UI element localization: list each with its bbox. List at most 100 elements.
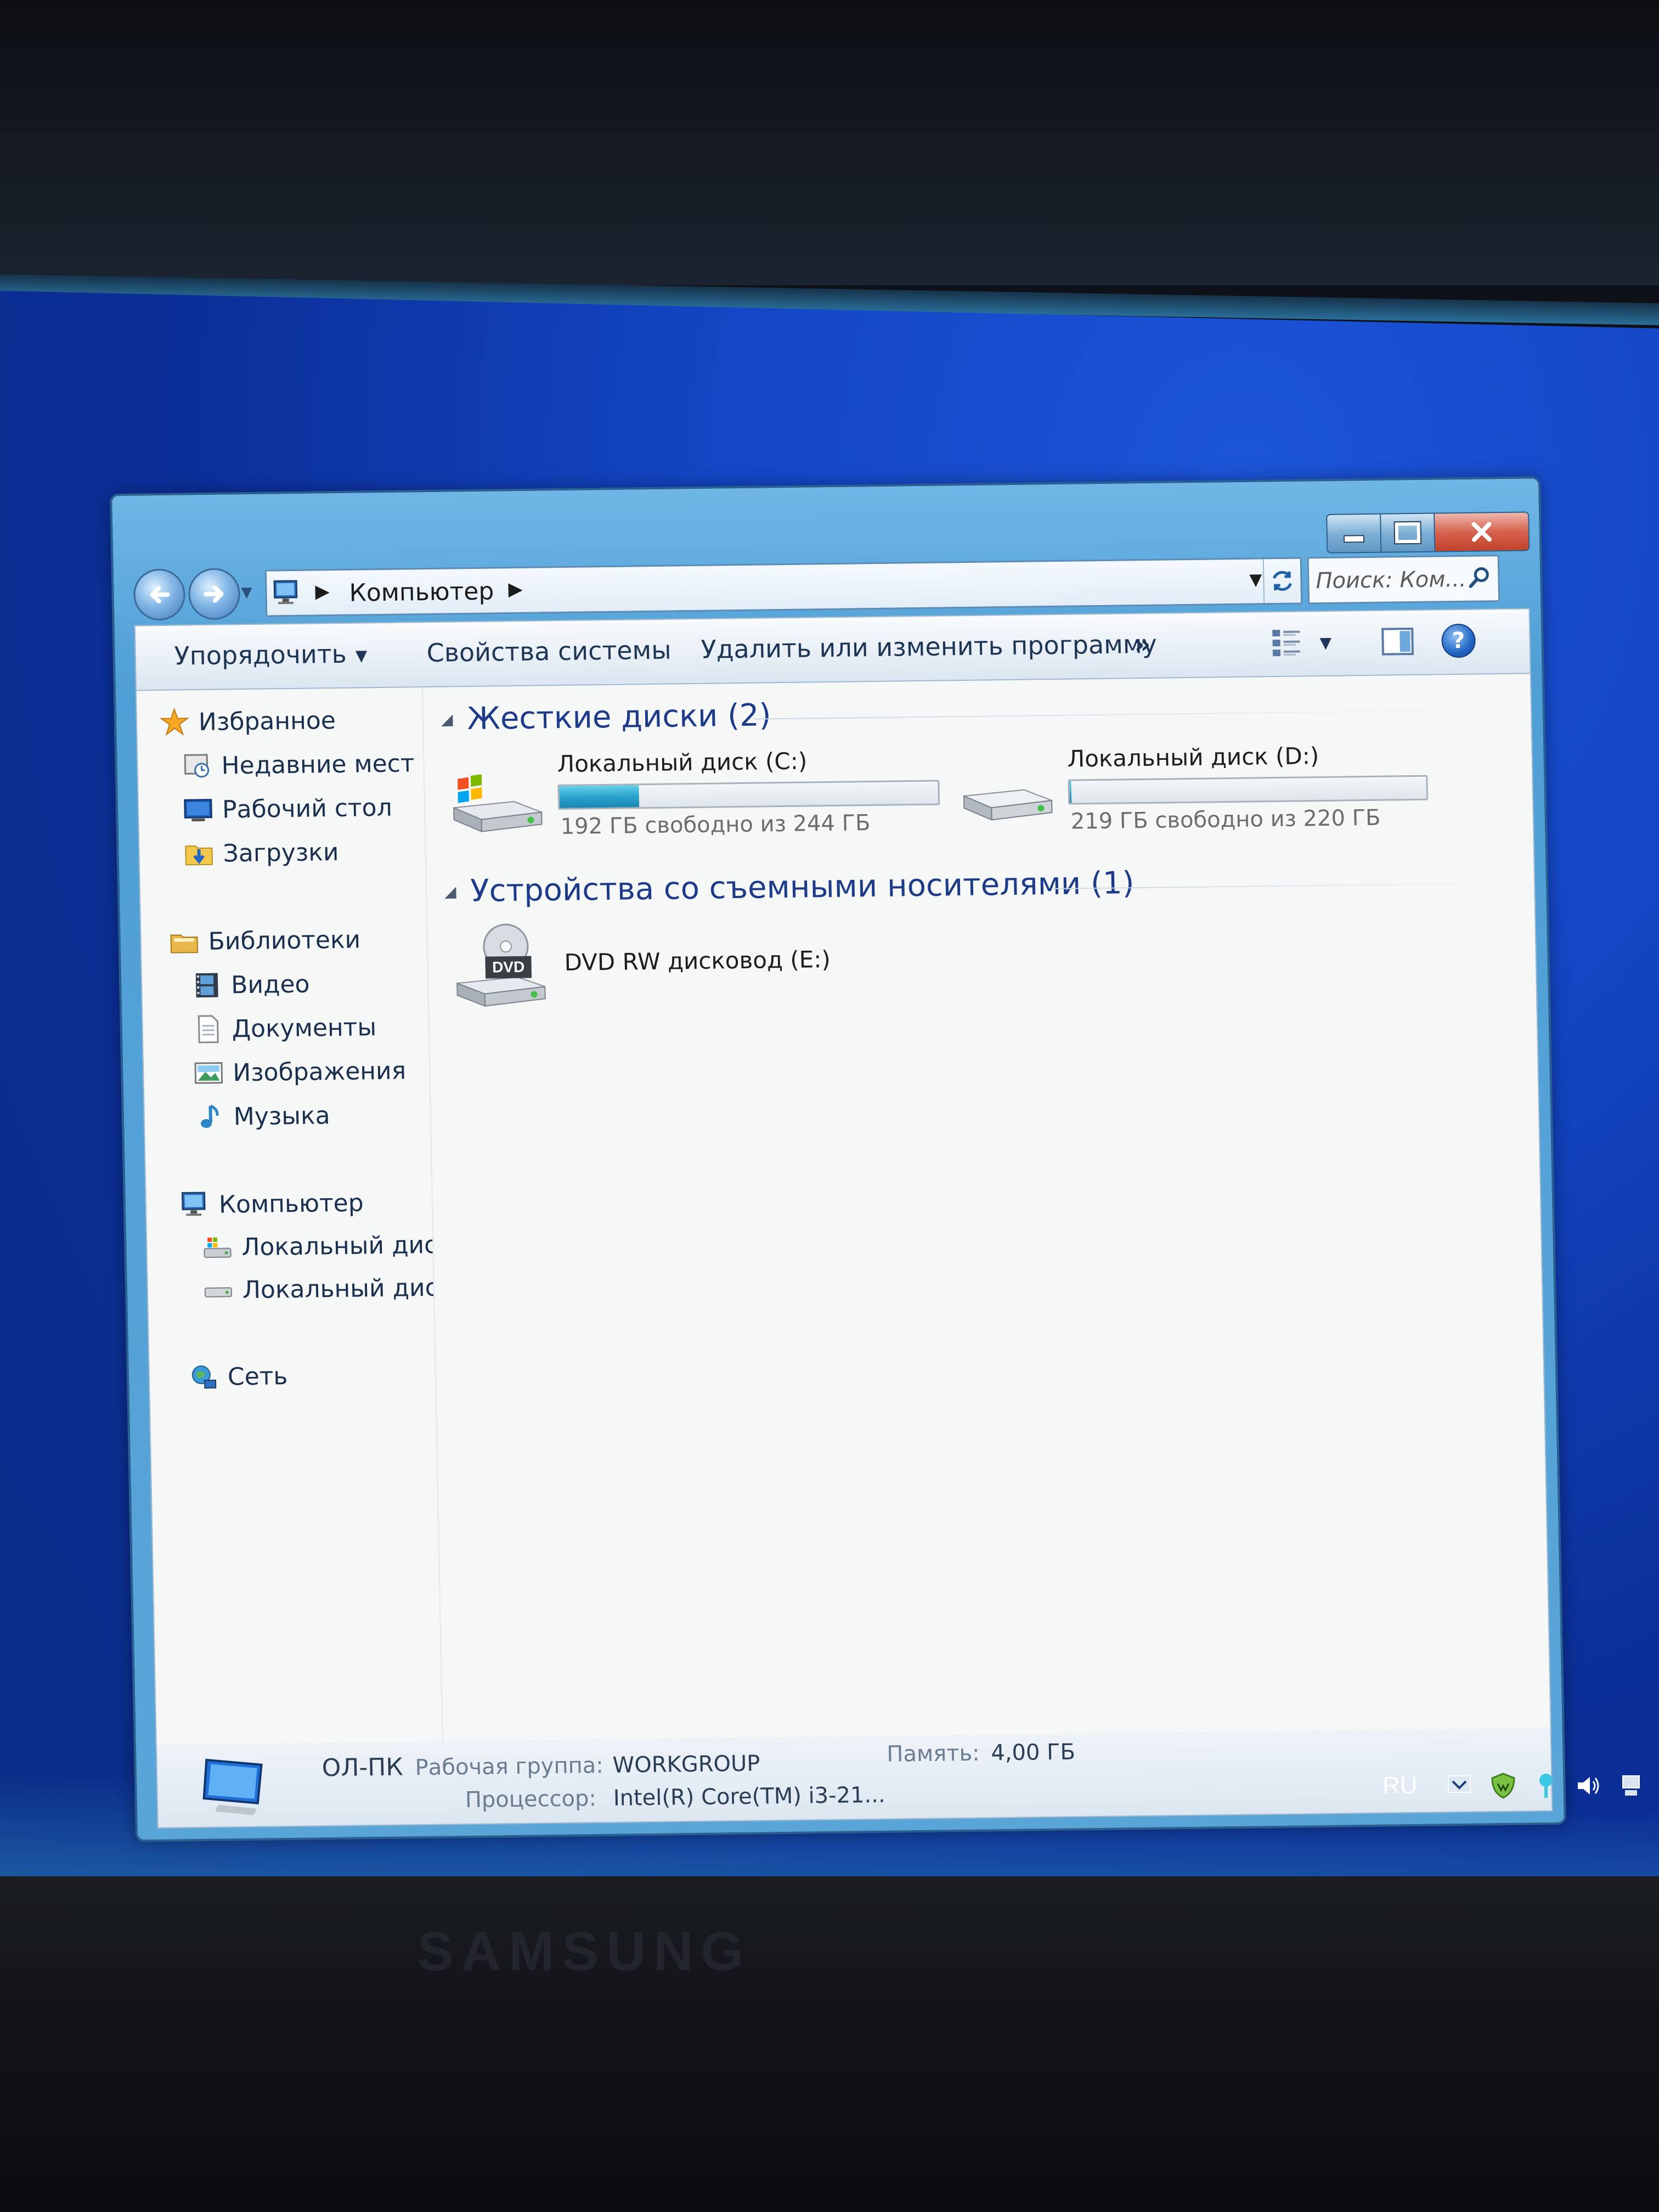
drive-c-free-space: 192 ГБ свободно из 244 ГБ — [560, 810, 871, 839]
nav-documents-label: Документы — [232, 1013, 377, 1043]
search-icon[interactable] — [1467, 565, 1492, 590]
language-indicator[interactable]: RU — [1383, 1772, 1418, 1799]
drive-c-name: Локальный диск (C:) — [557, 747, 808, 778]
drive-c-capacity-fill — [559, 785, 640, 809]
breadcrumb-separator[interactable]: ▶ — [508, 578, 523, 600]
chevron-down-icon: ▼ — [355, 646, 368, 665]
details-pane: ОЛ-ПК Рабочая группа: WORKGROUP Память: … — [155, 1728, 1553, 1829]
volume-icon[interactable] — [1573, 1770, 1604, 1801]
nav-local-disk-c[interactable]: Локальный дис — [202, 1227, 433, 1265]
back-button[interactable] — [133, 568, 186, 621]
memory-label: Память: — [886, 1740, 980, 1767]
nav-libraries[interactable]: Библиотеки — [168, 922, 361, 959]
star-icon — [159, 707, 189, 736]
navigation-row: ▼ ▶ Компьютер ▶ ▼ — [133, 550, 1530, 621]
images-icon — [194, 1062, 223, 1084]
workgroup-label: Рабочая группа: — [415, 1753, 604, 1781]
refresh-icon — [1272, 571, 1292, 591]
drive-d-tile[interactable]: Локальный диск (D:) 219 ГБ свободно из 2… — [957, 735, 1453, 840]
maximize-button[interactable] — [1381, 514, 1436, 552]
nav-images[interactable]: Изображения — [193, 1053, 407, 1091]
dvd-drive-icon: DVD — [456, 923, 546, 1007]
nav-downloads[interactable]: Загрузки — [183, 834, 339, 871]
close-icon — [1471, 522, 1492, 542]
collapse-triangle-icon: ◢ — [441, 710, 453, 729]
nav-desktop[interactable]: Рабочий стол — [182, 790, 392, 828]
more-commands-button[interactable]: » — [1134, 629, 1151, 659]
content-area: Избранное Недавние мест Рабочий стол Заг… — [135, 673, 1551, 1747]
nav-video-label: Видео — [230, 970, 310, 999]
desktop-icon — [184, 799, 212, 822]
nav-computer-label: Компьютер — [218, 1188, 364, 1219]
antivirus-icon[interactable] — [1488, 1770, 1519, 1801]
close-button[interactable] — [1435, 512, 1529, 551]
search-box[interactable] — [1307, 555, 1500, 605]
dvd-drive-tile[interactable]: DVD DVD RW дисковод (E:) — [450, 917, 946, 1022]
nav-favorites[interactable]: Избранное — [159, 703, 336, 740]
nav-libraries-label: Библиотеки — [208, 925, 361, 956]
monitor-bezel-top — [0, 0, 1659, 285]
uninstall-program-button[interactable]: Удалить или изменить программу — [701, 629, 1157, 664]
recent-pages-dropdown[interactable]: ▼ — [241, 584, 252, 601]
nav-network-label: Сеть — [227, 1362, 288, 1391]
cpu-label: Процессор: — [465, 1786, 597, 1813]
drive-c-tile[interactable]: Локальный диск (C:) 192 ГБ свободно из 2… — [447, 742, 943, 847]
search-input[interactable] — [1314, 562, 1466, 599]
change-view-button[interactable]: ▼ — [1271, 625, 1332, 661]
minimize-icon — [1343, 535, 1365, 543]
minimize-button[interactable] — [1327, 514, 1382, 552]
computer-icon — [181, 1192, 206, 1216]
nav-images-label: Изображения — [232, 1056, 407, 1087]
forward-button[interactable] — [188, 568, 241, 620]
nav-documents[interactable]: Документы — [192, 1009, 377, 1047]
memory-value: 4,00 ГБ — [990, 1739, 1076, 1766]
group-header-removable[interactable]: ◢ Устройства со съемными носителями (1) — [444, 865, 1135, 909]
nav-video[interactable]: Видео — [191, 967, 310, 1003]
breadcrumb-separator[interactable]: ▶ — [315, 580, 330, 602]
nav-music-label: Музыка — [233, 1101, 331, 1131]
nav-network[interactable]: Сеть — [188, 1358, 288, 1395]
nav-desktop-label: Рабочий стол — [222, 793, 393, 824]
network-icon — [191, 1365, 217, 1389]
workgroup-value: WORKGROUP — [612, 1751, 760, 1778]
dvd-drive-name: DVD RW дисковод (E:) — [564, 945, 831, 976]
drive-icon — [963, 789, 1053, 821]
nav-downloads-label: Загрузки — [223, 838, 339, 868]
collapse-triangle-icon: ◢ — [444, 882, 456, 901]
help-button[interactable]: ? — [1441, 623, 1476, 659]
action-center-icon[interactable] — [1445, 1770, 1476, 1801]
video-icon — [195, 973, 218, 998]
address-history-dropdown[interactable]: ▼ — [1249, 570, 1262, 589]
nav-music[interactable]: Музыка — [194, 1098, 330, 1135]
dvd-badge: DVD — [492, 958, 525, 976]
drive-d-name: Локальный диск (D:) — [1067, 742, 1319, 772]
chevron-down-icon: ▼ — [1319, 633, 1332, 652]
group-header-hard-disks[interactable]: ◢ Жесткие диски (2) — [441, 697, 771, 737]
computer-icon — [273, 580, 298, 605]
drive-d-capacity-bar — [1068, 775, 1429, 805]
network-status-icon[interactable] — [1616, 1770, 1647, 1801]
recent-places-icon — [184, 754, 210, 778]
drive-d-capacity-fill — [1069, 781, 1072, 803]
system-drive-icon — [453, 774, 543, 833]
refresh-button[interactable] — [1262, 558, 1301, 603]
documents-icon — [198, 1015, 219, 1043]
drive-c-capacity-bar — [557, 780, 940, 810]
breadcrumb-computer[interactable]: Компьютер — [349, 577, 494, 607]
pc-name: ОЛ-ПК — [321, 1753, 404, 1782]
organize-menu[interactable]: Упорядочить ▼ — [174, 639, 368, 671]
arrow-right-icon — [204, 585, 224, 603]
cpu-value: Intel(R) Core(TM) i3-21... — [613, 1782, 886, 1811]
location-pin-icon[interactable] — [1531, 1770, 1561, 1801]
preview-pane-button[interactable] — [1381, 624, 1414, 659]
group-header-removable-label: Устройства со съемными носителями (1) — [470, 865, 1135, 909]
nav-computer[interactable]: Компьютер — [179, 1185, 364, 1222]
group-divider — [754, 709, 1522, 720]
system-properties-button[interactable]: Свойства системы — [426, 635, 672, 668]
nav-local-disk-c-label: Локальный дис — [241, 1231, 433, 1261]
nav-local-disk-d[interactable]: Локальный дис — [202, 1270, 433, 1308]
nav-recent-places[interactable]: Недавние мест — [182, 746, 424, 783]
nav-recent-label: Недавние мест — [221, 749, 415, 780]
caption-buttons — [1326, 511, 1530, 554]
address-bar[interactable]: ▶ Компьютер ▶ ▼ — [264, 557, 1303, 617]
